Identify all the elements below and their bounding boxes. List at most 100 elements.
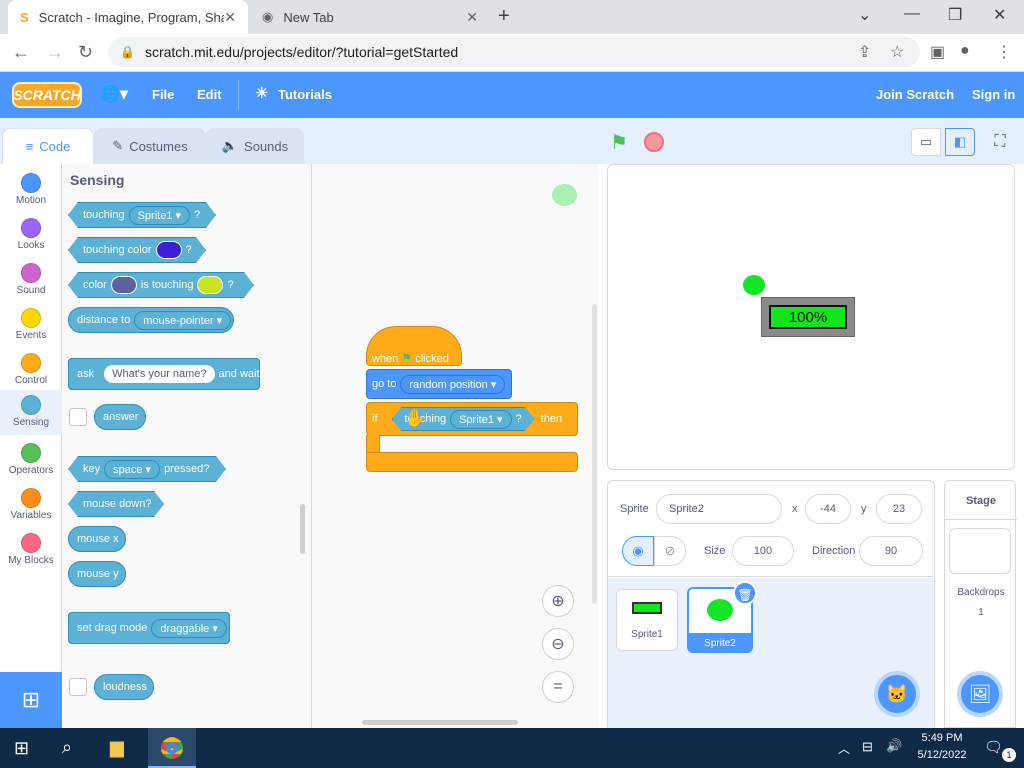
fullscreen-icon[interactable]: ⛶: [986, 128, 1014, 156]
block-distance-to[interactable]: distance to mouse-pointer ▾: [68, 307, 234, 333]
join-scratch-link[interactable]: Join Scratch: [876, 87, 954, 102]
choose-backdrop-button[interactable]: 🖼: [957, 671, 1003, 717]
zoom-in-button[interactable]: ⊕: [542, 585, 574, 617]
block-touching[interactable]: touching Sprite1 ▾ ?: [68, 202, 216, 228]
tab-sounds[interactable]: 🔈 Sounds: [206, 128, 304, 164]
close-tab-icon[interactable]: ✕: [466, 9, 478, 26]
kebab-menu-icon[interactable]: ⋮: [996, 42, 1012, 62]
clock-date[interactable]: 5/12/2022: [906, 749, 978, 761]
dropdown-field[interactable]: random position ▾: [400, 374, 506, 394]
zoom-reset-button[interactable]: =: [542, 671, 574, 703]
green-flag-button[interactable]: ⚑: [610, 130, 628, 155]
scratch-logo[interactable]: SCRATCH: [12, 82, 82, 108]
block-color-is-touching[interactable]: color is touching ?: [68, 272, 254, 298]
stage-thumbnail[interactable]: [949, 528, 1011, 574]
block-mouse-y[interactable]: mouse y: [68, 561, 126, 587]
answer-checkbox[interactable]: [69, 408, 87, 426]
color-swatch[interactable]: [197, 276, 223, 294]
browser-tab-newtab[interactable]: ◉ New Tab ✕: [250, 0, 490, 34]
size-input[interactable]: 100: [732, 536, 794, 566]
block-mouse-down[interactable]: mouse down?: [68, 491, 164, 517]
bookmark-star-icon[interactable]: ☆: [890, 42, 904, 62]
block-touching-color[interactable]: touching color ?: [68, 237, 206, 263]
chevron-down-icon[interactable]: ⌄: [858, 5, 871, 25]
sprite2-green-dot[interactable]: [743, 275, 765, 295]
file-explorer-icon[interactable]: ▆: [110, 737, 124, 758]
category-control[interactable]: Control: [0, 348, 62, 393]
category-variables[interactable]: Variables: [0, 483, 62, 528]
reload-icon[interactable]: ↻: [78, 42, 93, 63]
close-tab-icon[interactable]: ✕: [224, 9, 236, 26]
category-sound[interactable]: Sound: [0, 258, 62, 303]
sprite-name-input[interactable]: Sprite2: [656, 494, 782, 524]
dropdown-field[interactable]: Sprite1 ▾: [450, 410, 511, 429]
dropdown-field[interactable]: mouse-pointer ▾: [134, 310, 232, 330]
block-when-flag-clicked[interactable]: when ⚑ clicked: [366, 326, 462, 366]
search-icon[interactable]: ⌕: [62, 737, 72, 758]
color-swatch[interactable]: [111, 276, 137, 294]
windows-start-icon[interactable]: ⊞: [14, 738, 29, 759]
volume-icon[interactable]: 🔊: [886, 738, 902, 754]
category-motion[interactable]: Motion: [0, 168, 62, 213]
block-go-to[interactable]: go to random position ▾: [366, 369, 512, 399]
hide-sprite-button[interactable]: ⊘: [654, 536, 686, 566]
category-events[interactable]: Events: [0, 303, 62, 348]
stop-button[interactable]: [644, 132, 664, 152]
block-mouse-x[interactable]: mouse x: [68, 526, 126, 552]
forward-icon[interactable]: →: [46, 42, 64, 63]
globe-icon[interactable]: 🌐▾: [100, 84, 128, 104]
choose-sprite-button[interactable]: 🐱: [874, 671, 920, 717]
new-tab-icon[interactable]: +: [498, 5, 510, 28]
dropdown-field[interactable]: Sprite1 ▾: [129, 206, 190, 225]
block-if-then[interactable]: if touching Sprite1 ▾ ? then: [366, 402, 578, 436]
share-icon[interactable]: ⇪: [858, 42, 871, 62]
browser-tab-scratch[interactable]: S Scratch - Imagine, Program, Shar ✕: [8, 0, 248, 34]
dropdown-field[interactable]: space ▾: [104, 460, 160, 479]
network-icon[interactable]: ⊟: [862, 739, 873, 755]
sprite1-progress-box[interactable]: 100%: [761, 297, 855, 337]
sprite-tile-sprite1[interactable]: Sprite1: [616, 589, 678, 651]
category-looks[interactable]: Looks: [0, 213, 62, 258]
tray-chevron-icon[interactable]: ︿: [838, 740, 850, 757]
add-extension-button[interactable]: ⊞: [0, 672, 62, 728]
category-sensing[interactable]: Sensing: [0, 390, 62, 435]
side-panel-icon[interactable]: ▣: [930, 42, 945, 62]
clock-time[interactable]: 5:49 PM: [912, 732, 972, 744]
tab-code[interactable]: ≡ Code: [2, 128, 94, 164]
delete-sprite-button[interactable]: 🗑: [733, 581, 757, 605]
loudness-checkbox[interactable]: [69, 678, 87, 696]
palette-scrollbar[interactable]: [300, 504, 305, 554]
chrome-taskbar-button[interactable]: [148, 728, 196, 768]
small-stage-button[interactable]: ▭: [911, 128, 941, 156]
category-my-blocks[interactable]: My Blocks: [0, 528, 62, 573]
profile-icon[interactable]: ●: [960, 42, 970, 60]
notifications-icon[interactable]: 🗨: [984, 738, 1003, 756]
stage-canvas[interactable]: 100%: [607, 164, 1015, 470]
block-answer[interactable]: answer: [94, 404, 146, 430]
url-field[interactable]: 🔒 scratch.mit.edu/projects/editor/?tutor…: [108, 37, 920, 67]
category-operators[interactable]: Operators: [0, 438, 62, 483]
workspace-vscrollbar[interactable]: [592, 304, 597, 604]
back-icon[interactable]: ←: [12, 42, 30, 63]
text-input-field[interactable]: What's your name?: [104, 365, 215, 383]
dropdown-field[interactable]: draggable ▾: [151, 618, 227, 638]
x-input[interactable]: -44: [805, 494, 851, 524]
workspace-scrollbar[interactable]: [362, 720, 518, 725]
menu-tutorials[interactable]: Tutorials: [278, 87, 332, 102]
minimize-icon[interactable]: —: [904, 5, 920, 23]
block-ask-and-wait[interactable]: ask What's your name? and wait: [68, 358, 260, 390]
direction-input[interactable]: 90: [859, 536, 923, 566]
block-set-drag-mode[interactable]: set drag mode draggable ▾: [68, 612, 230, 644]
tab-costumes[interactable]: ✎ Costumes: [94, 128, 206, 164]
menu-file[interactable]: File: [152, 87, 174, 102]
sign-in-link[interactable]: Sign in: [972, 87, 1015, 102]
y-input[interactable]: 23: [876, 494, 922, 524]
show-sprite-button[interactable]: ◉: [622, 536, 654, 566]
zoom-out-button[interactable]: ⊖: [542, 628, 574, 660]
close-window-icon[interactable]: ✕: [993, 5, 1006, 25]
menu-edit[interactable]: Edit: [197, 87, 222, 102]
block-key-pressed[interactable]: key space ▾ pressed?: [68, 456, 226, 482]
large-stage-button[interactable]: ◧: [945, 128, 975, 156]
block-loudness[interactable]: loudness: [94, 674, 154, 700]
restore-icon[interactable]: ❐: [948, 5, 962, 25]
